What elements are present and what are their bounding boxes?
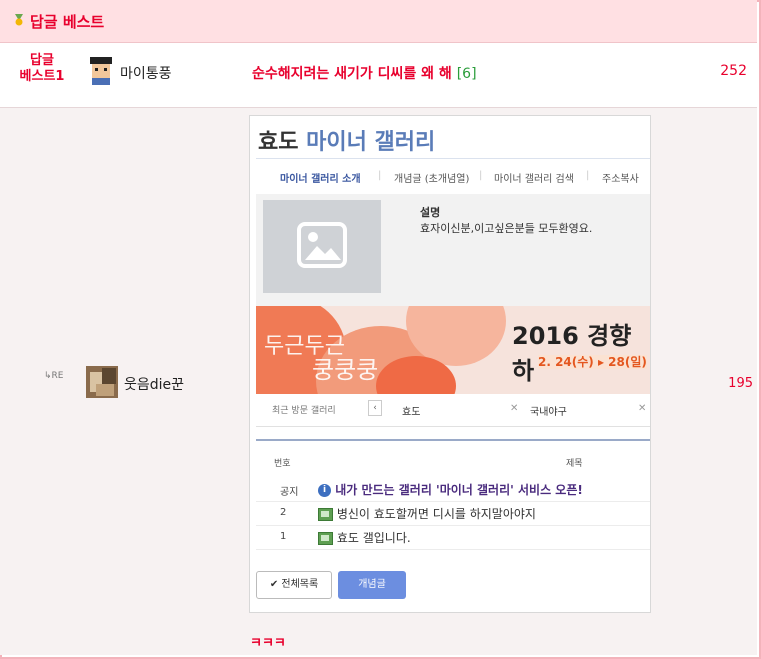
gallery-title: 효도 마이너 갤러리 — [258, 130, 436, 155]
info-icon: i — [318, 484, 331, 497]
close-icon: ✕ — [510, 403, 519, 414]
recent-galleries: 최근 방문 갤러리 ‹ 효도 ✕ 국내야구 ✕ — [256, 394, 650, 427]
info-description: 효자이신분,이고싶은분들 모두환영요. — [420, 222, 593, 235]
image-post-icon — [318, 508, 333, 521]
info-label: 설명 — [420, 206, 441, 219]
image-post-icon — [318, 532, 333, 545]
close-icon: ✕ — [638, 403, 647, 414]
reply-body-text: ㅋㅋㅋ — [250, 636, 286, 651]
best-replies-header: 답글 베스트 — [0, 0, 757, 43]
score: 195 — [728, 376, 753, 391]
avatar[interactable] — [86, 366, 118, 398]
embedded-screenshot[interactable]: 효도 마이너 갤러리 마이너 갤러리 소개 | 개념글 (초개념열) | 마이너… — [249, 115, 651, 613]
promo-banner: 두근두근 쿵쿵쿵 2016 경향하 2. 24(수) ▸ 28(일) — [256, 306, 650, 394]
post-subject[interactable]: 순수해지려는 새기가 디씨를 왜 해 [6] — [252, 63, 477, 83]
rank-badge: 답글 베스트1 — [19, 53, 65, 84]
score: 252 — [720, 63, 747, 79]
table-row: 2 병신이 효도할꺼면 디시를 하지말아야지 — [256, 501, 650, 526]
image-placeholder-icon — [297, 222, 347, 268]
author-nickname[interactable]: 웃음die꾼 — [124, 374, 184, 394]
banner-dates: 2. 24(수) ▸ 28(일) — [538, 355, 647, 369]
nav-intro: 마이너 갤러리 소개 — [280, 174, 361, 185]
gallery-info: 설명 효자이신분,이고싶은분들 모두환영요. — [256, 194, 650, 306]
prev-arrow-icon: ‹ — [368, 400, 382, 416]
gallery-thumbnail — [263, 200, 381, 293]
author-nickname[interactable]: 마이통풍 — [120, 63, 172, 83]
nav-copy-url: 주소복사 — [602, 174, 639, 185]
nav-search: 마이너 갤러리 검색 — [494, 174, 574, 185]
nav-concept: 개념글 (초개념열) — [394, 174, 470, 185]
reply-arrow-icon: ↳RE — [44, 371, 64, 381]
table-row: 공지 i 내가 만드는 갤러리 '마이너 갤러리' 서비스 오픈! — [256, 477, 650, 502]
best-replies-title: 답글 베스트 — [30, 13, 105, 31]
reply-count: [6] — [456, 66, 477, 82]
concept-button: 개념글 — [338, 571, 406, 599]
reply-row: ↳RE 웃음die꾼 195 효도 마이너 갤러리 마이너 갤러리 소개 | 개… — [0, 108, 757, 655]
table-row: 1 효도 갤입니다. — [256, 525, 650, 550]
all-list-button: ✔ 전체목록 — [256, 571, 332, 599]
medal-icon — [15, 14, 23, 26]
banner-title: 2016 경향하 — [512, 322, 632, 385]
gallery-nav: 마이너 갤러리 소개 | 개념글 (초개념열) | 마이너 갤러리 검색 | 주… — [256, 158, 650, 196]
best-reply-row[interactable]: 답글 베스트1 마이통풍 순수해지려는 새기가 디씨를 왜 해 [6] 252 — [0, 43, 757, 108]
avatar[interactable] — [86, 55, 116, 85]
